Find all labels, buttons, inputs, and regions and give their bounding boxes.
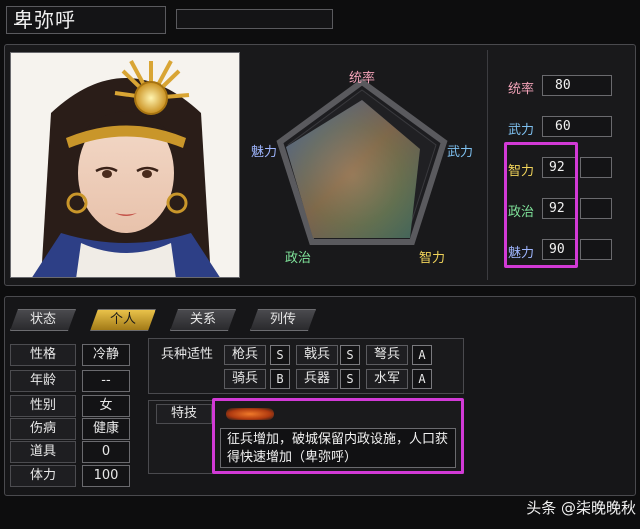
highlight-box-skill xyxy=(212,398,464,474)
info-value: 女 xyxy=(82,395,130,417)
troop-name-halberd: 戟兵 xyxy=(296,345,338,365)
radar-label-intelligence: 智力 xyxy=(419,251,445,266)
info-value: 0 xyxy=(82,441,130,463)
personal-info-list: 性格 冷静 年龄 -- 性别 女 伤病 健康 道具 0 体力 100 xyxy=(10,338,130,494)
special-skill-label: 特技 xyxy=(156,404,212,424)
stat-label-war: 武力 xyxy=(507,123,534,138)
info-row-personality: 性格 冷静 xyxy=(10,344,130,366)
title-box xyxy=(176,9,333,29)
info-row-health: 伤病 健康 xyxy=(10,418,130,440)
info-value: 健康 xyxy=(82,418,130,440)
troop-grade-navy: A xyxy=(412,369,432,389)
tab-status[interactable]: 状态 xyxy=(10,309,76,331)
info-value: 100 xyxy=(82,465,130,487)
troop-name-spear: 枪兵 xyxy=(224,345,266,365)
officer-portrait xyxy=(10,52,240,278)
troop-aptitude-label: 兵种适性 xyxy=(160,347,213,362)
radar-label-charisma: 魅力 xyxy=(251,145,277,160)
highlight-box-stats xyxy=(504,142,578,268)
info-label: 伤病 xyxy=(10,418,76,440)
troop-name-cavalry: 骑兵 xyxy=(224,369,266,389)
stat-value-leadership: 80 xyxy=(542,75,612,96)
info-label: 体力 xyxy=(10,465,76,487)
info-row-stamina: 体力 100 xyxy=(10,465,130,487)
watermark-text: 头条 @柒晚晚秋 xyxy=(526,499,636,517)
stat-radar-chart: 统率 武力 智力 政治 魅力 xyxy=(251,70,473,266)
officer-name: 卑弥呼 xyxy=(6,6,166,34)
info-row-items: 道具 0 xyxy=(10,441,130,463)
info-label: 道具 xyxy=(10,441,76,463)
info-label: 性格 xyxy=(10,344,76,366)
tab-relations[interactable]: 关系 xyxy=(170,309,236,331)
portrait-art xyxy=(11,53,239,277)
stat-label-leadership: 统率 xyxy=(507,82,534,97)
troop-grade-crossbow: A xyxy=(412,345,432,365)
info-label: 性别 xyxy=(10,395,76,417)
troop-name-crossbow: 弩兵 xyxy=(366,345,408,365)
troop-grade-spear: S xyxy=(270,345,290,365)
info-value: -- xyxy=(82,370,130,392)
troop-grade-halberd: S xyxy=(340,345,360,365)
tab-personal[interactable]: 个人 xyxy=(90,309,156,331)
radar-label-leadership: 统率 xyxy=(349,70,375,86)
tab-biography[interactable]: 列传 xyxy=(250,309,316,331)
stat-value-intelligence-ext xyxy=(580,157,612,178)
stat-value-charisma-ext xyxy=(580,239,612,260)
stat-value-politics-ext xyxy=(580,198,612,219)
panel-divider xyxy=(487,50,488,280)
troop-grade-cavalry: B xyxy=(270,369,290,389)
info-row-gender: 性别 女 xyxy=(10,395,130,417)
radar-label-politics: 政治 xyxy=(285,251,311,266)
info-label: 年龄 xyxy=(10,370,76,392)
radar-label-war: 武力 xyxy=(447,145,473,160)
troop-name-navy: 水军 xyxy=(366,369,408,389)
info-row-age: 年龄 -- xyxy=(10,370,130,392)
stat-value-war: 60 xyxy=(542,116,612,137)
troop-grade-siege: S xyxy=(340,369,360,389)
troop-name-siege: 兵器 xyxy=(296,369,338,389)
info-value: 冷静 xyxy=(82,344,130,366)
